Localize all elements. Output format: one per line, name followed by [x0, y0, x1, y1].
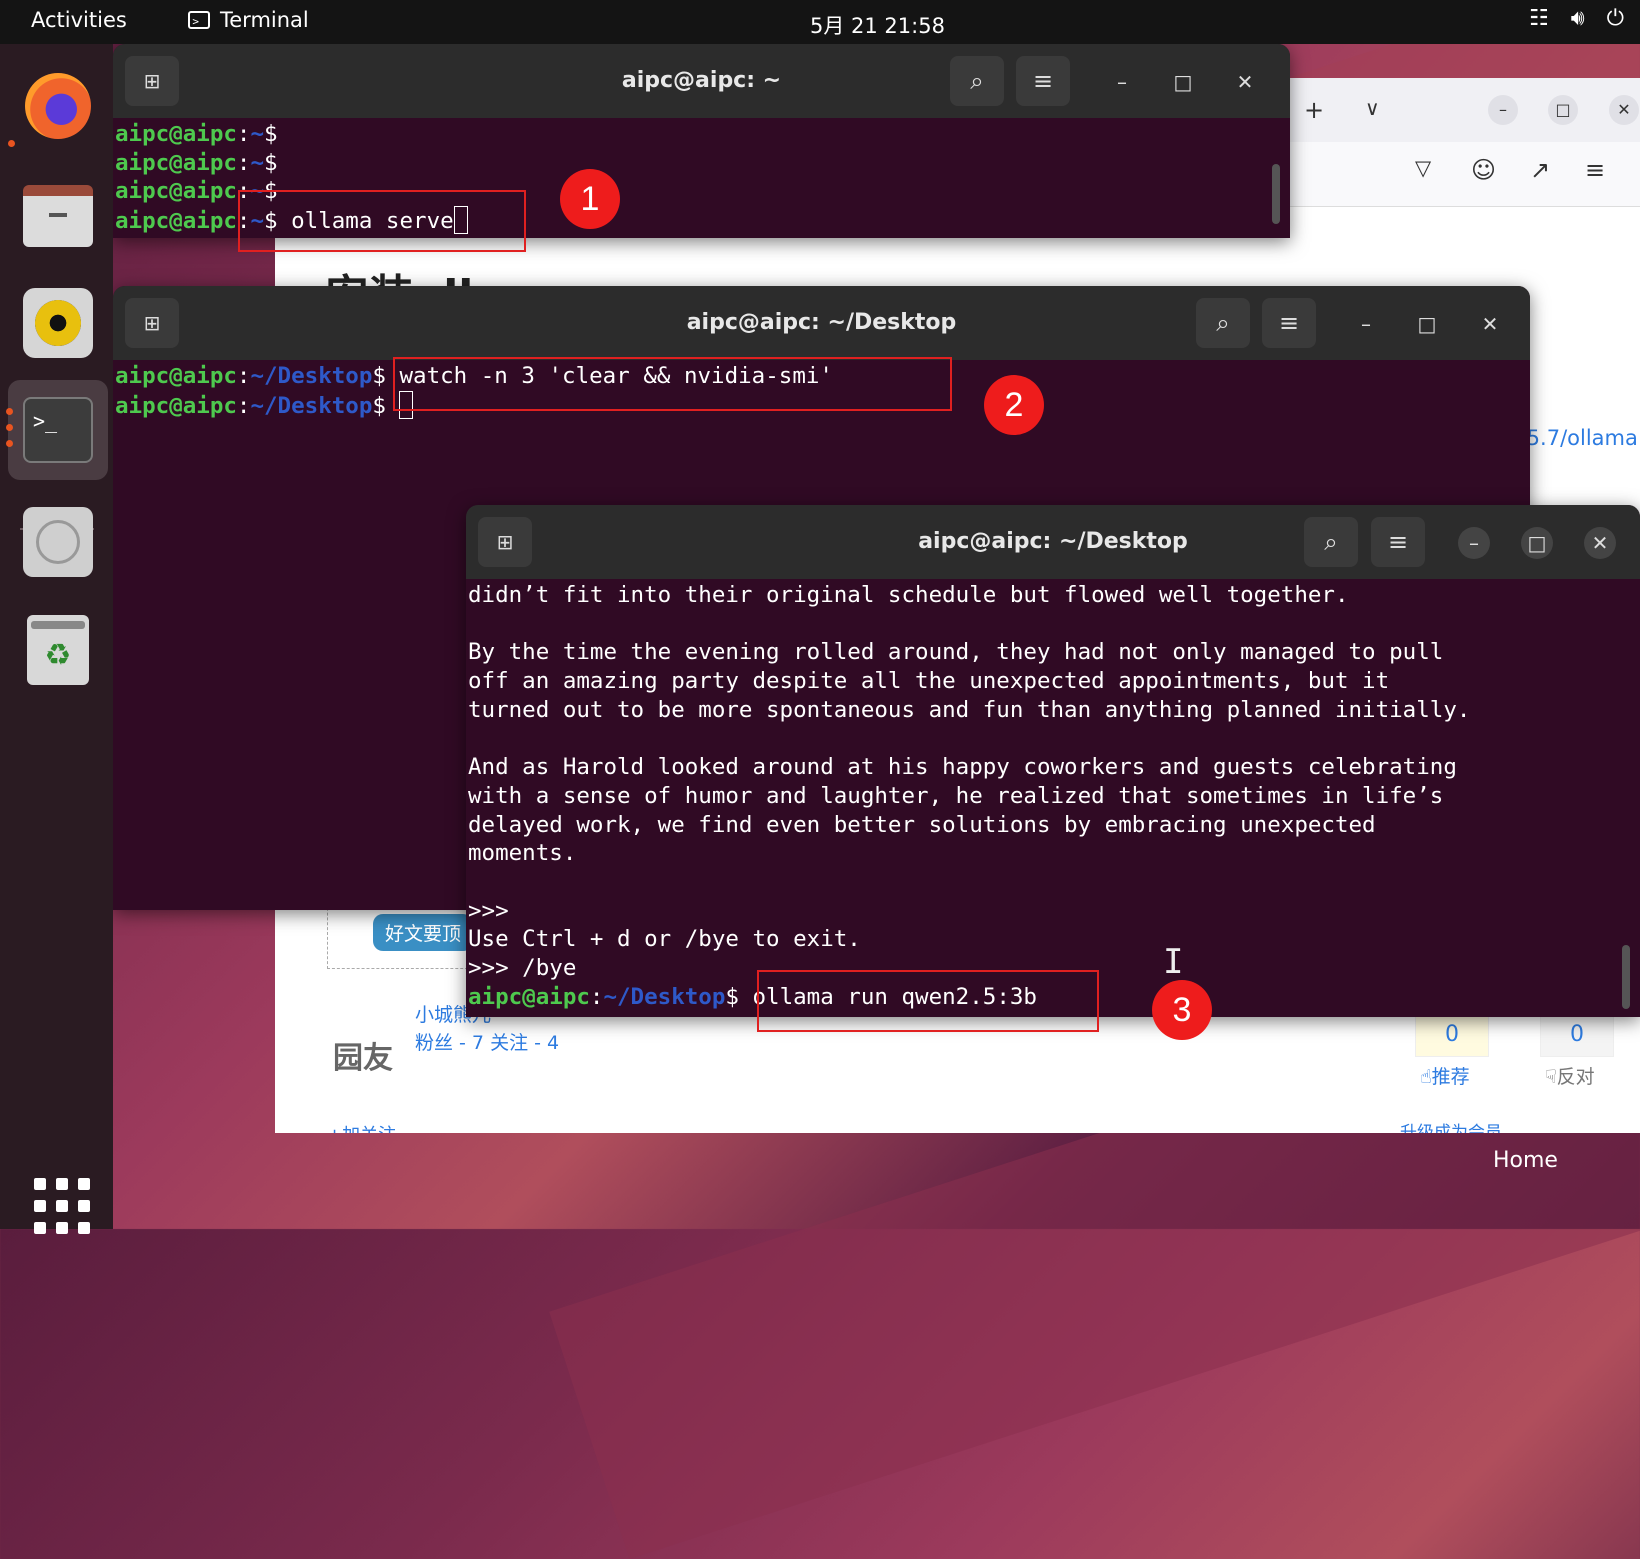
prompt-line: aipc@aipc:~$ [115, 149, 278, 176]
step-number-2: 2 [984, 375, 1044, 435]
search-icon[interactable]: ⌕ [1304, 517, 1358, 567]
power-icon[interactable]: ⏻ [1607, 6, 1624, 31]
step-number-3: 3 [1152, 980, 1212, 1040]
trash-icon: ♻ [27, 615, 89, 685]
terminal-1-header: ⊞ aipc@aipc: ~ ⌕ ≡ – □ ✕ [113, 44, 1290, 118]
search-icon[interactable]: ⌕ [950, 56, 1004, 106]
output-line: Use Ctrl + d or /bye to exit. [468, 926, 861, 953]
disc-icon [23, 507, 93, 577]
rhythmbox-icon [23, 288, 93, 358]
browser-close-button[interactable]: ✕ [1609, 95, 1639, 125]
files-icon [23, 185, 93, 247]
firefox-launcher[interactable] [22, 70, 94, 142]
maximize-button[interactable]: □ [1411, 308, 1443, 340]
output-line: with a sense of humor and laughter, he r… [468, 782, 1444, 809]
trash-launcher[interactable]: ♻ [22, 614, 94, 686]
terminal-icon: >_ [23, 397, 93, 463]
rhythmbox-launcher[interactable] [22, 287, 94, 359]
system-tray[interactable]: ☷ 🔊︎ ⏻ [1529, 6, 1624, 31]
minimize-button[interactable]: – [1106, 66, 1138, 98]
close-button[interactable]: ✕ [1474, 308, 1506, 340]
new-tab-icon[interactable]: + [1304, 96, 1324, 124]
terminal-launcher[interactable]: >_ [8, 380, 108, 480]
terminal-3-output[interactable]: didn’t fit into their original schedule … [466, 579, 1640, 1012]
oppose-count[interactable]: 0 [1540, 1013, 1614, 1057]
highlight-box-3 [757, 970, 1099, 1032]
scrollbar[interactable] [1622, 945, 1630, 1009]
app-menu-terminal[interactable]: >_ Terminal [188, 8, 309, 32]
browser-minimize-button[interactable]: – [1488, 95, 1518, 125]
network-icon[interactable]: ☷ [1529, 6, 1549, 31]
hamburger-menu-icon[interactable]: ≡ [1016, 56, 1070, 106]
thumbs-up-icon: ☝ [1420, 1066, 1432, 1088]
close-button[interactable]: ✕ [1229, 66, 1261, 98]
text-ibeam-cursor-icon: I [1163, 942, 1184, 982]
output-line: didn’t fit into their original schedule … [468, 582, 1349, 608]
maximize-button[interactable]: □ [1167, 66, 1199, 98]
account-icon[interactable]: ☺ [1471, 156, 1496, 184]
terminal-window-3[interactable]: ⊞ aipc@aipc: ~/Desktop ⌕ ≡ – □ ✕ didn’t … [466, 505, 1640, 1017]
output-line: turned out to be more spontaneous and fu… [468, 696, 1471, 723]
menu-icon[interactable]: ≡ [1585, 156, 1605, 184]
apps-grid-icon[interactable] [34, 1178, 90, 1234]
app-menu-label: Terminal [220, 8, 309, 32]
tab-list-chevron-icon[interactable]: ∨ [1365, 96, 1380, 120]
terminal-2-title: aipc@aipc: ~/Desktop [686, 310, 957, 335]
terminal-3-header: ⊞ aipc@aipc: ~/Desktop ⌕ ≡ – □ ✕ [466, 505, 1640, 579]
dock: >_ ♻ [0, 44, 113, 1234]
author-stats[interactable]: 粉丝 - 7 关注 - 4 [415, 1028, 559, 1055]
highlight-box-2 [393, 357, 952, 411]
pocket-icon[interactable]: ▽ [1415, 156, 1431, 180]
search-icon[interactable]: ⌕ [1196, 298, 1250, 348]
download-link[interactable]: .5.7/ollama [1520, 426, 1638, 450]
hamburger-menu-icon[interactable]: ≡ [1371, 517, 1425, 567]
clock[interactable]: 5月 21 21:58 [810, 10, 945, 40]
firefox-icon [25, 73, 91, 139]
running-indicator [6, 408, 13, 415]
output-line: off an amazing party despite all the une… [468, 668, 1390, 695]
maximize-button[interactable]: □ [1521, 527, 1553, 559]
minimize-button[interactable]: – [1350, 308, 1382, 340]
scrollbar[interactable] [1272, 164, 1280, 224]
thumbs-down-icon: ☟ [1545, 1066, 1557, 1088]
avatar[interactable]: 园友 [333, 1033, 397, 1097]
running-indicator [6, 440, 13, 447]
upgrade-link[interactable]: 升级成为会员 [1400, 1118, 1502, 1133]
output-line: By the time the evening rolled around, t… [468, 639, 1444, 666]
output-line: >>> [468, 897, 509, 924]
files-launcher[interactable] [22, 180, 94, 252]
output-line: delayed work, we find even better soluti… [468, 811, 1376, 838]
disc-launcher[interactable] [22, 506, 94, 578]
highlight-box-1 [238, 190, 526, 252]
output-line: And as Harold looked around at his happy… [468, 754, 1457, 781]
prompt-line: aipc@aipc:~$ [115, 121, 278, 147]
home-folder-label[interactable]: Home [1493, 1148, 1558, 1173]
follow-button[interactable]: +加关注 [327, 1121, 396, 1133]
activities-button[interactable]: Activities [31, 8, 127, 32]
running-indicator [6, 424, 13, 431]
terminal-small-icon: >_ [188, 11, 210, 29]
hamburger-menu-icon[interactable]: ≡ [1262, 298, 1316, 348]
minimize-button[interactable]: – [1458, 527, 1490, 559]
browser-maximize-button[interactable]: □ [1548, 95, 1578, 125]
running-indicator [8, 140, 15, 147]
output-line: >>> /bye [468, 955, 577, 982]
good-article-button[interactable]: 好文要顶 [373, 914, 474, 951]
recommend-label[interactable]: ☝推荐 [1420, 1062, 1470, 1089]
oppose-label[interactable]: ☟反对 [1545, 1062, 1595, 1089]
output-line: moments. [468, 840, 577, 867]
terminal-2-header: ⊞ aipc@aipc: ~/Desktop ⌕ ≡ – □ ✕ [113, 286, 1530, 360]
step-number-1: 1 [560, 169, 620, 229]
recommend-count[interactable]: 0 [1415, 1013, 1489, 1057]
extensions-icon[interactable]: ↗ [1530, 156, 1550, 184]
prompt-line: aipc@aipc:~/Desktop$ [115, 390, 414, 419]
close-button[interactable]: ✕ [1584, 527, 1616, 559]
top-bar: Activities >_ Terminal 5月 21 21:58 ☷ 🔊︎ … [0, 0, 1640, 44]
volume-icon[interactable]: 🔊︎ [1571, 6, 1585, 31]
